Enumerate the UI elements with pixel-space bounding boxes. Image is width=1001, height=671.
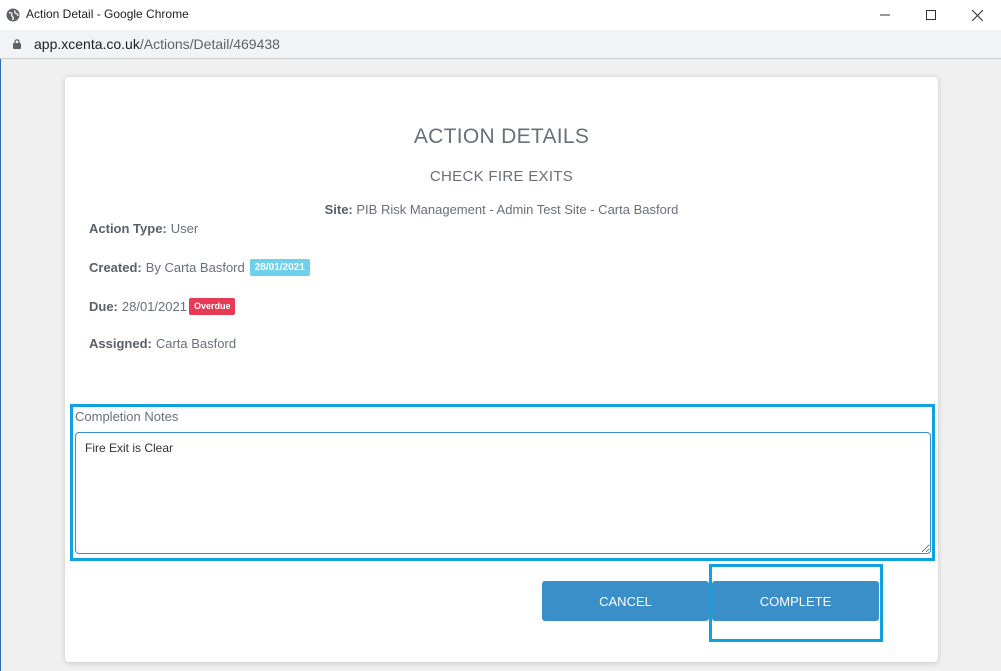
action-type-row: Action Type: User [89,221,198,236]
maximize-icon [926,10,936,20]
due-value: 28/01/2021 [121,299,187,314]
created-date-badge: 28/01/2021 [249,259,310,276]
window-title: Action Detail - Google Chrome [26,7,189,21]
url-path: /Actions/Detail/469438 [139,36,280,52]
overdue-badge: Overdue [188,298,236,315]
created-value: By Carta Basford [145,260,245,275]
url-host: app.xcenta.co.uk [34,36,140,52]
created-label: Created: [89,260,142,275]
action-detail-modal: ACTION DETAILS CHECK FIRE EXITS Site: PI… [65,77,938,662]
lock-icon [13,39,21,49]
maximize-button[interactable] [908,0,954,30]
close-button[interactable] [954,0,1000,30]
due-row: Due: 28/01/2021 Overdue [89,298,236,315]
created-row: Created: By Carta Basford 28/01/2021 [89,259,310,276]
site-line: Site: PIB Risk Management - Admin Test S… [65,202,938,217]
cancel-button[interactable]: CANCEL [542,581,709,621]
address-bar[interactable]: app.xcenta.co.uk/Actions/Detail/469438 [0,30,1001,59]
close-icon [971,9,983,21]
assigned-row: Assigned: Carta Basford [89,336,236,351]
site-value: PIB Risk Management - Admin Test Site - … [352,202,679,217]
completion-notes-label: Completion Notes [75,409,179,424]
completion-notes-textarea[interactable]: Fire Exit is Clear [75,432,931,554]
site-label: Site: [324,202,353,217]
complete-button[interactable]: COMPLETE [712,581,879,621]
url-text[interactable]: app.xcenta.co.uk/Actions/Detail/469438 [34,36,280,52]
globe-icon [6,8,20,22]
minimize-button[interactable] [862,0,908,30]
due-label: Due: [89,299,118,314]
browser-titlebar: Action Detail - Google Chrome [0,0,1001,30]
modal-heading: ACTION DETAILS [413,125,590,148]
action-type-label: Action Type: [89,221,167,236]
assigned-value: Carta Basford [155,336,237,351]
action-type-value: User [170,221,199,236]
minimize-icon [880,14,890,16]
action-title: CHECK FIRE EXITS [429,168,574,185]
assigned-label: Assigned: [89,336,152,351]
